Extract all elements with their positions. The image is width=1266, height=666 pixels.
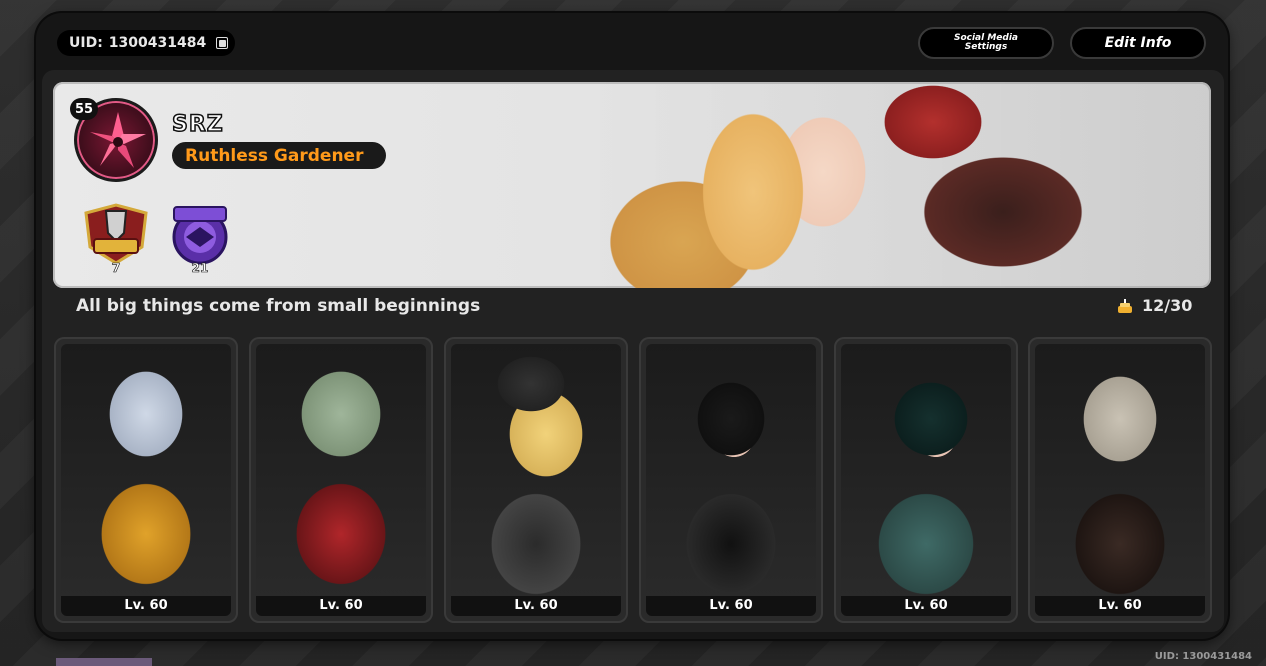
agent-level: Lv. 60 bbox=[61, 596, 231, 616]
player-name: SRZ bbox=[171, 111, 224, 138]
player-title-badge: Ruthless Gardener bbox=[172, 142, 386, 169]
banner-character-art bbox=[573, 82, 1211, 288]
agent-portrait bbox=[256, 344, 426, 602]
cake-icon bbox=[1118, 298, 1132, 313]
bottom-strip bbox=[56, 658, 152, 666]
footer-uid: UID: 1300431484 bbox=[1154, 651, 1252, 662]
achievement-count: 12/30 bbox=[1142, 296, 1193, 315]
agent-card[interactable]: Lv. 60 bbox=[1028, 337, 1212, 623]
uid-label: UID: bbox=[69, 35, 103, 51]
achievement-counter[interactable]: 12/30 bbox=[1116, 296, 1192, 315]
master-medal[interactable]: 21 bbox=[164, 203, 236, 275]
agent-portrait bbox=[451, 344, 621, 602]
agent-portrait bbox=[61, 344, 231, 602]
social-media-settings-label: Social Media Settings bbox=[953, 33, 1019, 52]
agent-card[interactable]: Lv. 60 bbox=[444, 337, 628, 623]
agent-portrait bbox=[841, 344, 1011, 602]
agent-level: Lv. 60 bbox=[646, 596, 816, 616]
agent-level: Lv. 60 bbox=[256, 596, 426, 616]
master-medal-icon bbox=[172, 206, 228, 265]
copy-icon[interactable] bbox=[216, 37, 229, 49]
agent-card[interactable]: Lv. 60 bbox=[249, 337, 433, 623]
shiyu-defense-medal-value: 7 bbox=[111, 261, 121, 276]
uid-pill[interactable]: UID: 1300431484 bbox=[57, 30, 235, 56]
agent-portrait bbox=[1035, 344, 1205, 602]
agent-showcase: Lv. 60 Lv. 60 Lv. 60 Lv. 60 Lv. 60 Lv. 6… bbox=[54, 337, 1212, 623]
edit-info-button[interactable]: Edit Info bbox=[1070, 27, 1206, 59]
shiyu-defense-medal[interactable]: 7 bbox=[80, 203, 152, 275]
uid-value: 1300431484 bbox=[108, 35, 207, 51]
social-media-settings-button[interactable]: Social Media Settings bbox=[918, 27, 1054, 59]
agent-level: Lv. 60 bbox=[451, 596, 621, 616]
agent-level: Lv. 60 bbox=[841, 596, 1011, 616]
agent-card[interactable]: Lv. 60 bbox=[54, 337, 238, 623]
edit-info-label: Edit Info bbox=[1104, 35, 1172, 51]
agent-level: Lv. 60 bbox=[1035, 596, 1205, 616]
agent-portrait bbox=[646, 344, 816, 602]
agent-card[interactable]: Lv. 60 bbox=[639, 337, 823, 623]
shiyu-defense-medal-icon bbox=[84, 203, 148, 265]
player-title-text: Ruthless Gardener bbox=[185, 145, 364, 166]
player-level-badge: 55 bbox=[70, 98, 98, 120]
agent-card[interactable]: Lv. 60 bbox=[834, 337, 1018, 623]
master-medal-value: 21 bbox=[191, 261, 209, 276]
profile-signature: All big things come from small beginning… bbox=[76, 296, 481, 316]
